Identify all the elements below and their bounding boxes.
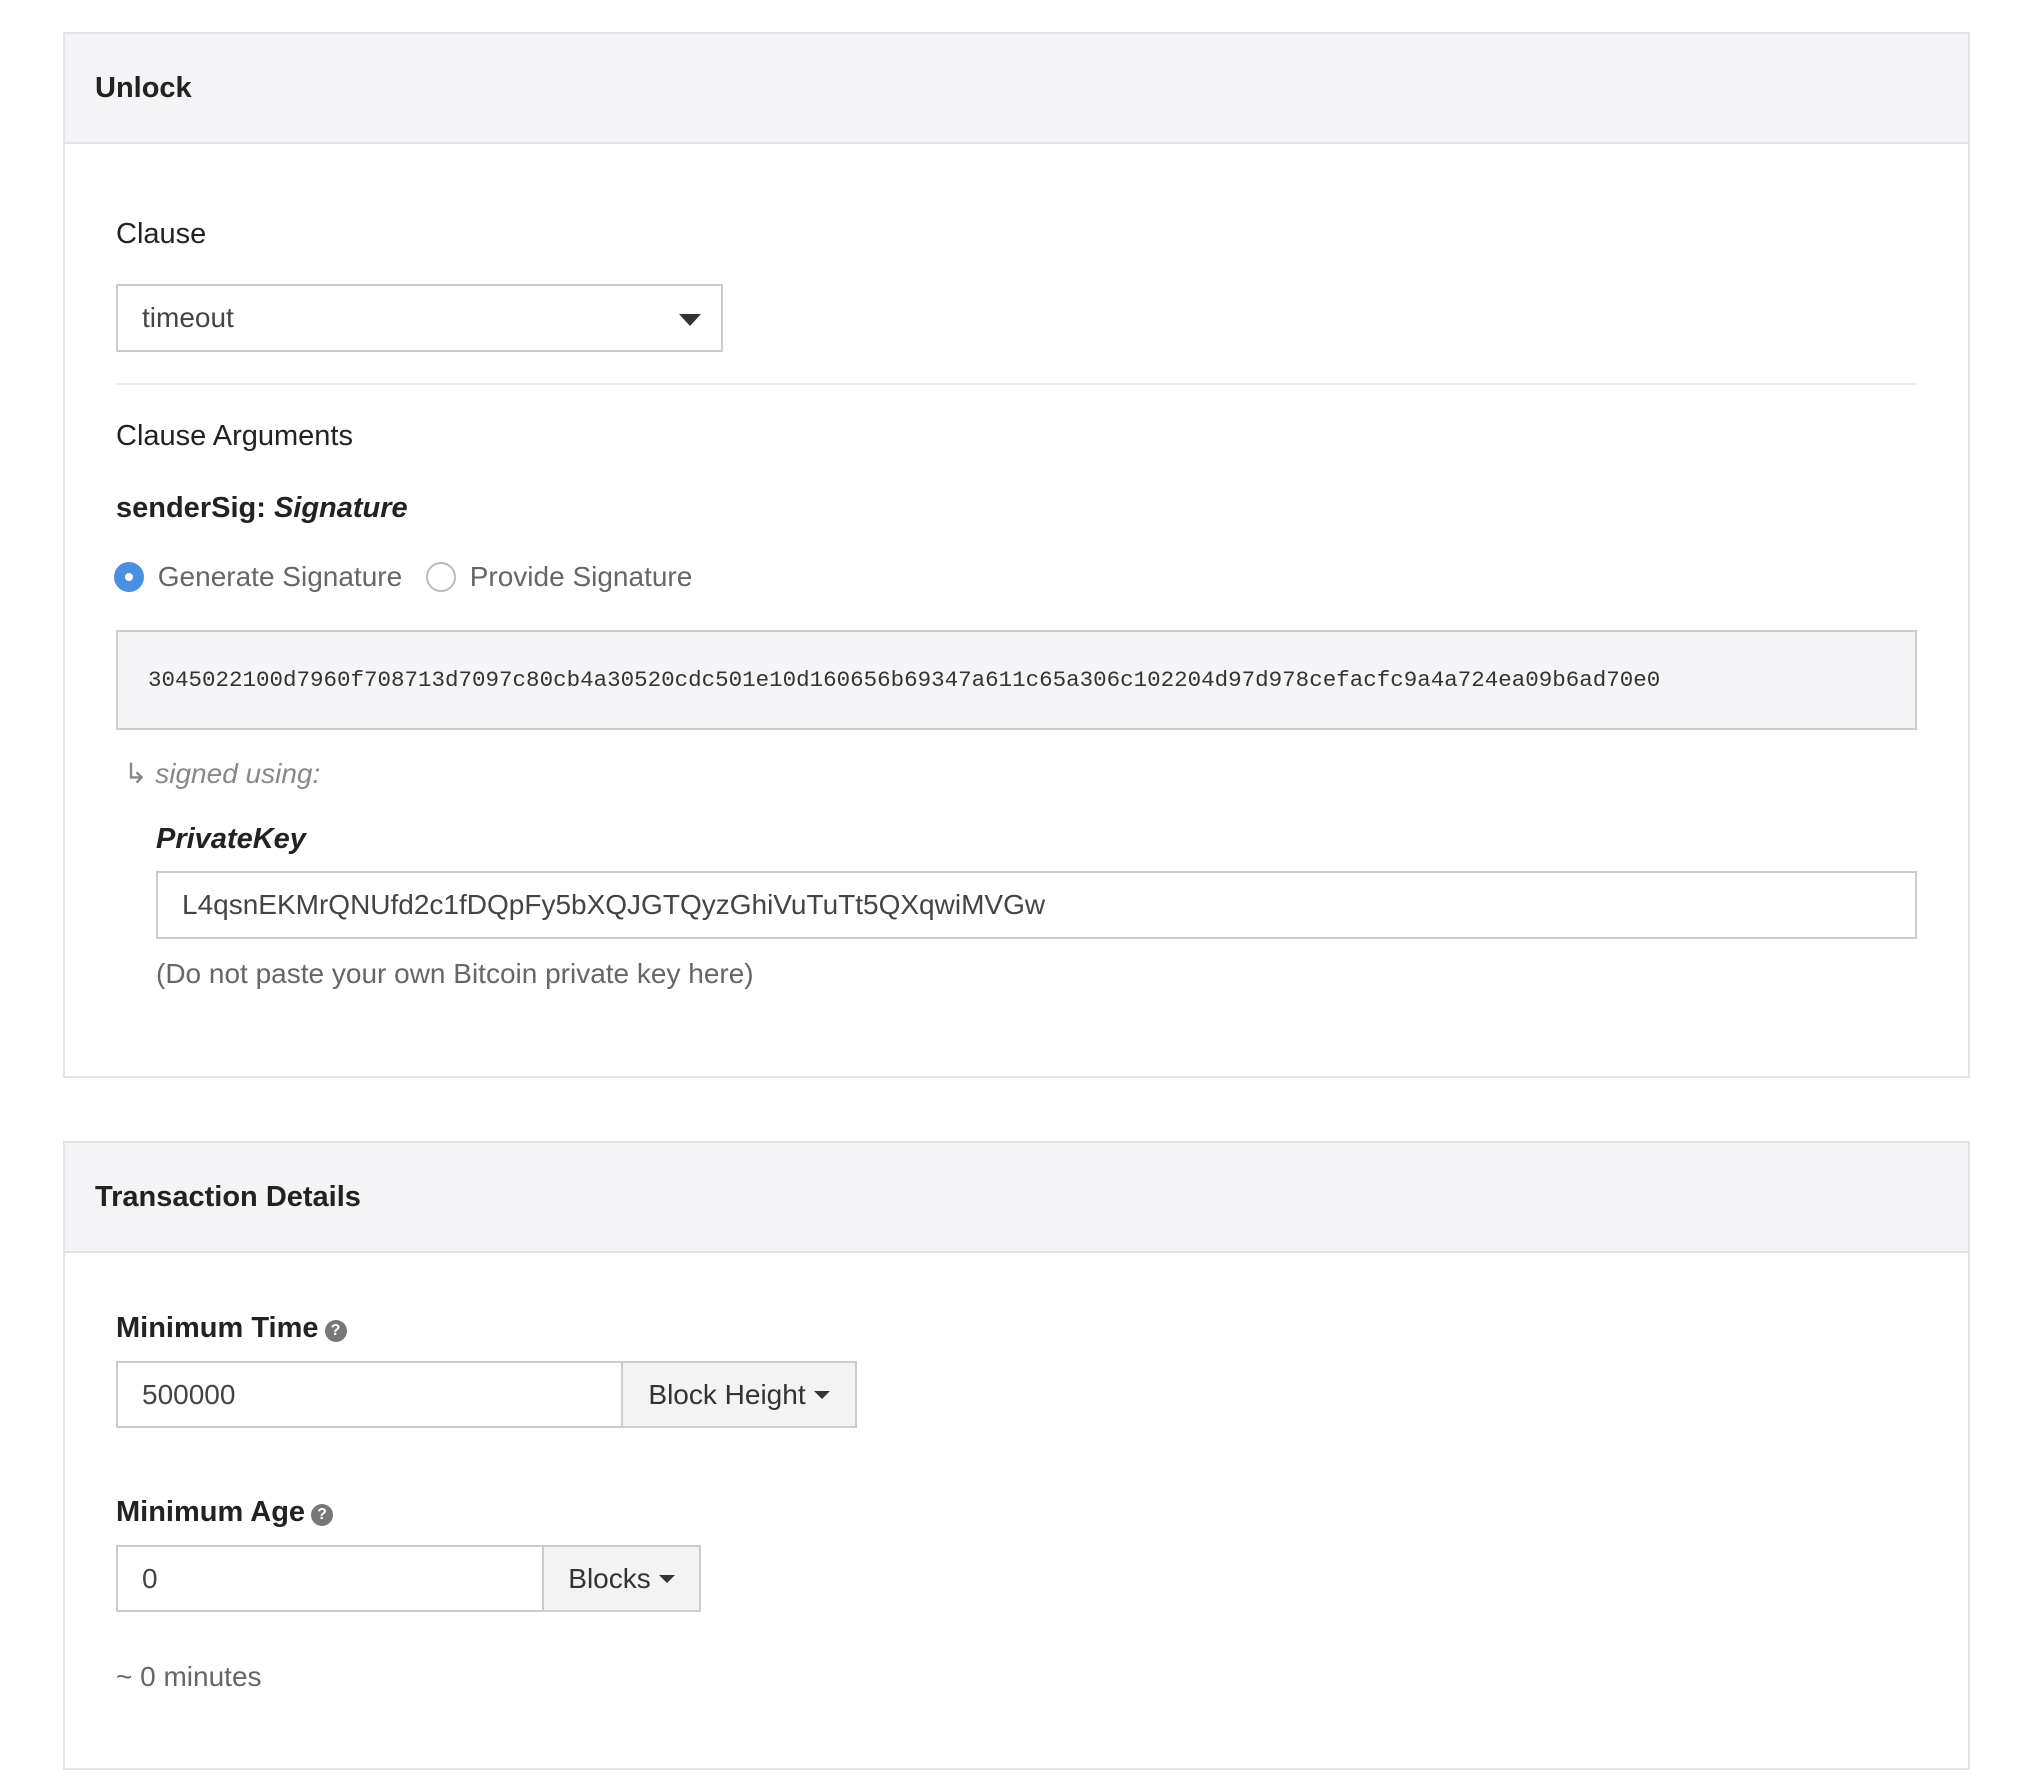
minimum-age-text: Minimum Age: [116, 1496, 306, 1528]
minimum-time-value: 500000: [142, 1378, 236, 1410]
radio-generate-signature[interactable]: [114, 561, 144, 592]
transaction-details-title: Transaction Details: [65, 1143, 1968, 1253]
argument-name: senderSig:: [116, 492, 266, 524]
radio-generate-label[interactable]: Generate Signature: [158, 561, 402, 592]
divider: [116, 383, 1917, 385]
unlock-title: Unlock: [65, 34, 1968, 144]
age-estimate: ~ 0 minutes: [116, 1661, 262, 1692]
argument-type: Signature: [273, 492, 408, 524]
minimum-time-unit: Block Height: [648, 1378, 806, 1410]
minimum-age-unit: Blocks: [568, 1562, 651, 1594]
radio-provide-label[interactable]: Provide Signature: [470, 561, 693, 592]
chevron-down-icon: [679, 314, 701, 326]
minimum-age-value: 0: [142, 1562, 158, 1594]
return-arrow-icon: ↳: [124, 758, 148, 789]
caret-down-icon: [658, 1574, 675, 1583]
clause-arguments-heading: Clause Arguments: [116, 420, 353, 452]
argument-label: senderSig: Signature: [116, 492, 408, 525]
minimum-age-unit-dropdown[interactable]: Blocks: [542, 1545, 701, 1612]
transaction-details-panel: Transaction Details: [63, 1141, 1970, 1770]
signed-using-text: signed using:: [155, 758, 321, 789]
private-key-input[interactable]: L4qsnEKMrQNUfd2c1fDQpFy5bXQJGTQyzGhiVuTu…: [156, 871, 1917, 939]
help-icon[interactable]: ?: [311, 1504, 334, 1526]
minimum-age-label: Minimum Age?: [116, 1496, 334, 1529]
clause-select-value: timeout: [142, 302, 234, 333]
signature-mode-radios: Generate Signature Provide Signature: [114, 559, 692, 593]
caret-down-icon: [813, 1390, 830, 1399]
private-key-value: L4qsnEKMrQNUfd2c1fDQpFy5bXQJGTQyzGhiVuTu…: [182, 889, 1046, 920]
minimum-time-input[interactable]: 500000: [116, 1361, 623, 1428]
minimum-time-label: Minimum Time?: [116, 1312, 347, 1345]
private-key-hint: (Do not paste your own Bitcoin private k…: [156, 958, 754, 989]
minimum-age-input[interactable]: 0: [116, 1545, 544, 1612]
signature-value: 3045022100d7960f708713d7097c80cb4a30520c…: [148, 667, 1661, 693]
signed-using-label: ↳ signed using:: [124, 757, 320, 790]
help-icon[interactable]: ?: [324, 1320, 347, 1342]
private-key-label: PrivateKey: [156, 823, 306, 855]
signature-output: 3045022100d7960f708713d7097c80cb4a30520c…: [116, 630, 1917, 730]
minimum-time-unit-dropdown[interactable]: Block Height: [621, 1361, 857, 1428]
radio-provide-signature[interactable]: [425, 561, 456, 592]
clause-select[interactable]: timeout: [116, 284, 723, 352]
minimum-time-text: Minimum Time: [116, 1312, 319, 1344]
clause-label: Clause: [116, 218, 207, 250]
